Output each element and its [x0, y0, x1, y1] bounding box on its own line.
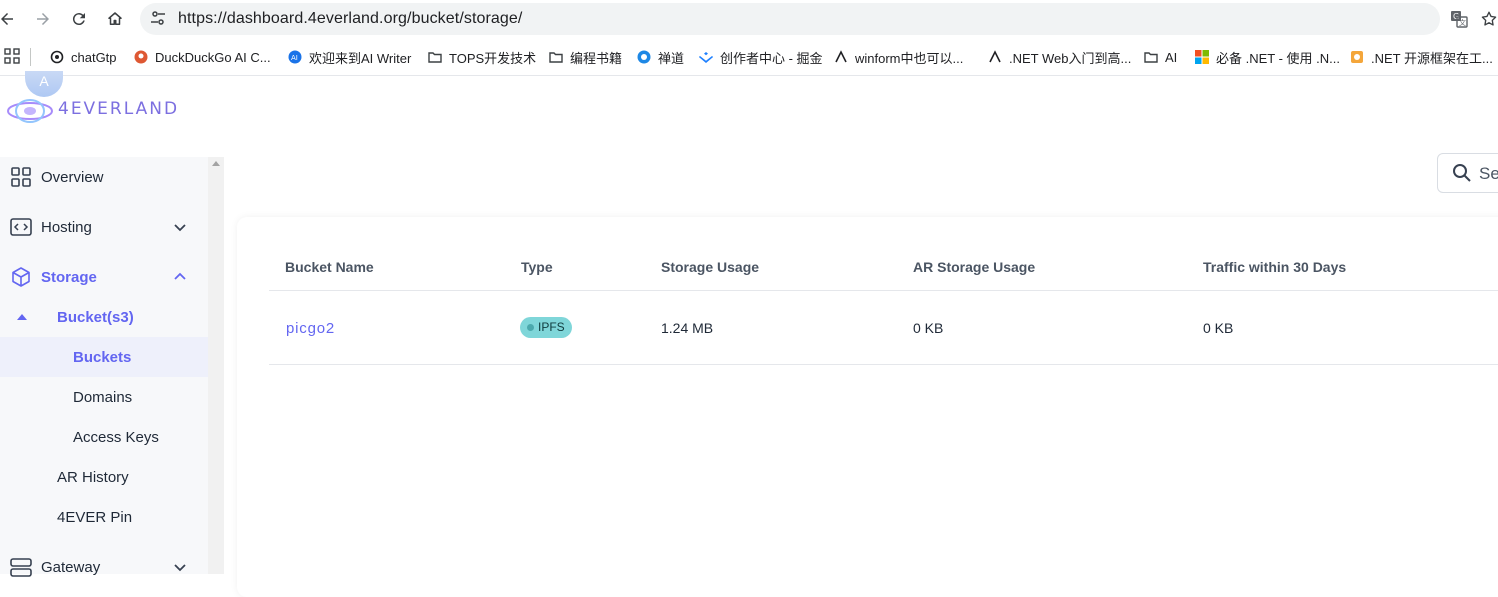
column-header-storage-usage[interactable]: Storage Usage: [661, 259, 759, 275]
badge-dot-icon: [527, 324, 534, 331]
duckduckgo-icon: [134, 50, 148, 64]
bookmark-chatgtp[interactable]: chatGtp: [50, 48, 117, 66]
openai-icon: [50, 50, 64, 64]
bookmark-juejin[interactable]: 创作者中心 - 掘金: [699, 48, 823, 66]
site-settings-icon[interactable]: [150, 10, 166, 26]
folder-icon: [1144, 50, 1158, 64]
svg-text:文: 文: [1459, 18, 1466, 27]
row-divider: [269, 364, 1498, 365]
search-icon: [1453, 164, 1471, 182]
chevron-down-icon[interactable]: [172, 559, 188, 575]
hosting-icon: [10, 218, 32, 236]
juejin-icon: [699, 50, 713, 64]
sidebar-item-4ever-pin[interactable]: 4EVER Pin: [0, 497, 208, 537]
sidebar-scrollbar[interactable]: [208, 157, 224, 574]
chevron-down-icon[interactable]: [172, 219, 188, 235]
folder-icon: [549, 50, 563, 64]
column-header-traffic[interactable]: Traffic within 30 Days: [1203, 259, 1346, 275]
sidebar-item-bucket-s3[interactable]: Bucket(s3): [0, 297, 208, 337]
bookmark-ai-writer[interactable]: AI 欢迎来到AI Writer: [288, 48, 411, 66]
bookmark-microsoft[interactable]: 必备 .NET - 使用 .N...: [1195, 48, 1340, 66]
sidebar-item-gateway[interactable]: Gateway: [0, 547, 208, 587]
sidebar-item-storage[interactable]: Storage: [0, 257, 208, 297]
grid-icon: [11, 167, 31, 187]
bookmark-winform[interactable]: winform中也可以...: [834, 48, 963, 66]
bookmark-star-icon[interactable]: [1480, 10, 1498, 28]
column-header-type[interactable]: Type: [521, 259, 553, 275]
forward-icon[interactable]: [31, 7, 55, 31]
bookmark-books[interactable]: 编程书籍: [549, 48, 622, 66]
back-icon[interactable]: [0, 7, 19, 31]
storage-usage-value: 1.24 MB: [661, 320, 714, 336]
ar-storage-usage-value: 0 KB: [913, 320, 944, 336]
sidebar-item-access-keys[interactable]: Access Keys: [0, 417, 208, 457]
reload-icon[interactable]: [67, 7, 91, 31]
zentao-icon: [637, 50, 651, 64]
framework-icon: [1350, 50, 1364, 64]
sidebar-item-domains[interactable]: Domains: [0, 377, 208, 417]
microsoft-icon: [1195, 50, 1209, 64]
dotnet-icon: [988, 50, 1002, 64]
chevron-up-icon[interactable]: [172, 269, 188, 285]
scroll-up-arrow-icon[interactable]: [212, 161, 220, 166]
cube-icon: [12, 267, 30, 287]
sidebar-item-overview[interactable]: Overview: [0, 157, 208, 197]
bookmark-ai-folder[interactable]: AI: [1144, 48, 1177, 66]
browser-toolbar: https://dashboard.4everland.org/bucket/s…: [0, 0, 1498, 38]
apps-grid-icon[interactable]: [4, 48, 20, 64]
winform-icon: [834, 50, 848, 64]
bucket-name-link[interactable]: picgo2: [286, 320, 335, 337]
bookmark-zentao[interactable]: 禅道: [637, 48, 684, 66]
search-placeholder: Se: [1479, 164, 1498, 183]
type-badge: IPFS: [520, 317, 572, 338]
column-header-bucket-name[interactable]: Bucket Name: [285, 259, 374, 275]
column-header-ar-storage-usage[interactable]: AR Storage Usage: [913, 259, 1035, 275]
traffic-value: 0 KB: [1203, 320, 1234, 336]
bookmarks-separator: [30, 48, 31, 66]
ai-writer-icon: AI: [288, 50, 302, 64]
sidebar-item-ar-history[interactable]: AR History: [0, 457, 208, 497]
sidebar-item-hosting[interactable]: Hosting: [0, 207, 208, 247]
svg-text:AI: AI: [291, 54, 298, 62]
bookmark-tops[interactable]: TOPS开发技术: [428, 48, 536, 66]
folder-icon: [428, 50, 442, 64]
logo-text: 4EVERLAND: [58, 99, 180, 119]
sidebar-item-buckets[interactable]: Buckets: [0, 337, 208, 377]
caret-up-icon: [17, 314, 27, 320]
gateway-icon: [10, 558, 32, 577]
translate-icon[interactable]: G 文: [1450, 10, 1468, 28]
bookmark-framework[interactable]: .NET 开源框架在工...: [1350, 48, 1493, 66]
home-icon[interactable]: [103, 7, 127, 31]
header-divider: [269, 290, 1498, 291]
bookmark-duckduckgo[interactable]: DuckDuckGo AI C...: [134, 48, 271, 66]
bookmark-dotnet-web[interactable]: .NET Web入门到高...: [988, 48, 1131, 66]
url-text[interactable]: https://dashboard.4everland.org/bucket/s…: [178, 10, 522, 28]
